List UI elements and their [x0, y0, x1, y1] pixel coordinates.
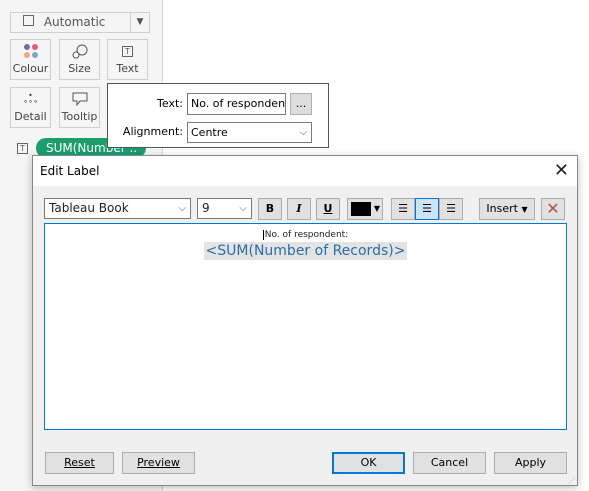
align-left-icon: ☰ — [398, 202, 408, 215]
chevron-down-icon: ⌵ — [299, 127, 307, 138]
dialog-titlebar: Edit Label ✕ — [33, 156, 577, 186]
text-card[interactable]: T Text — [107, 39, 148, 80]
edit-label-dialog: Edit Label ✕ Tableau Book ⌵ 9 ⌵ B I U ▼ ☰ … — [32, 155, 578, 486]
alignment-dropdown[interactable]: Centre ⌵ — [187, 122, 312, 143]
align-right-icon: ☰ — [446, 202, 456, 215]
text-field-label: Text: — [157, 97, 183, 110]
colour-dots-icon — [11, 40, 50, 62]
text-mark-icon — [23, 15, 34, 26]
label-editor[interactable]: No. of respondent: <SUM(Number of Record… — [44, 223, 567, 430]
mark-type-dropdown[interactable]: Automatic ▼ — [10, 12, 150, 33]
alignment-value: Centre — [191, 126, 228, 139]
alignment-label: Alignment: — [122, 125, 183, 138]
chevron-down-icon: ⌵ — [178, 203, 186, 214]
tooltip-label: Tooltip — [61, 110, 98, 123]
font-size-value: 9 — [202, 201, 210, 215]
mark-type-label: Automatic — [43, 15, 106, 29]
clear-button[interactable]: ✕ — [541, 198, 565, 220]
bold-button[interactable]: B — [258, 198, 282, 220]
reset-button[interactable]: Reset — [45, 452, 114, 474]
ok-button[interactable]: OK — [332, 452, 405, 474]
align-center-icon: ☰ — [422, 202, 432, 215]
italic-button[interactable]: I — [287, 198, 311, 220]
font-color-button[interactable]: ▼ — [347, 198, 383, 220]
colour-card[interactable]: Colour — [10, 39, 51, 80]
clear-x-icon: ✕ — [546, 199, 560, 218]
chevron-down-icon: ▼ — [130, 13, 149, 32]
align-center-button[interactable]: ☰ — [415, 198, 439, 220]
label-field-token: <SUM(Number of Records)> — [203, 242, 408, 260]
tooltip-icon — [60, 88, 99, 110]
align-left-button[interactable]: ☰ — [391, 198, 415, 220]
text-icon: T — [122, 45, 133, 57]
underline-button[interactable]: U — [316, 198, 340, 220]
insert-label: Insert — [486, 202, 518, 215]
text-properties-popup: Text: No. of respondent: ... Alignment: … — [107, 83, 329, 148]
insert-button[interactable]: Insert ▼ — [479, 198, 535, 220]
font-size-dropdown[interactable]: 9 ⌵ — [197, 198, 252, 219]
align-right-button[interactable]: ☰ — [439, 198, 463, 220]
text-shelf-icon: T — [17, 143, 28, 154]
cancel-button[interactable]: Cancel — [413, 452, 486, 474]
detail-icon: • ∘∘∘ — [22, 91, 39, 106]
ellipsis-button[interactable]: ... — [290, 93, 312, 115]
preview-button[interactable]: Preview — [122, 452, 195, 474]
label-line-static: No. of respondent: — [262, 230, 349, 240]
close-icon[interactable]: ✕ — [554, 160, 569, 181]
tooltip-card[interactable]: Tooltip — [59, 87, 100, 128]
caret-down-icon: ▼ — [521, 205, 528, 214]
chevron-down-icon: ⌵ — [239, 203, 247, 214]
detail-label: Detail — [14, 110, 47, 123]
color-swatch — [351, 202, 371, 216]
text-field[interactable]: No. of respondent: — [187, 93, 286, 115]
font-dropdown[interactable]: Tableau Book ⌵ — [44, 198, 191, 219]
text-label: Text — [116, 62, 139, 75]
apply-button[interactable]: Apply — [494, 452, 567, 474]
size-label: Size — [68, 62, 91, 75]
size-icon — [60, 40, 99, 62]
resize-grip-icon[interactable]: ⋰ — [568, 477, 575, 485]
font-value: Tableau Book — [49, 201, 129, 215]
detail-card[interactable]: • ∘∘∘ Detail — [10, 87, 51, 128]
colour-label: Colour — [12, 62, 49, 75]
caret-down-icon: ▼ — [373, 204, 380, 213]
dialog-title: Edit Label — [40, 164, 100, 178]
size-card[interactable]: Size — [59, 39, 100, 80]
